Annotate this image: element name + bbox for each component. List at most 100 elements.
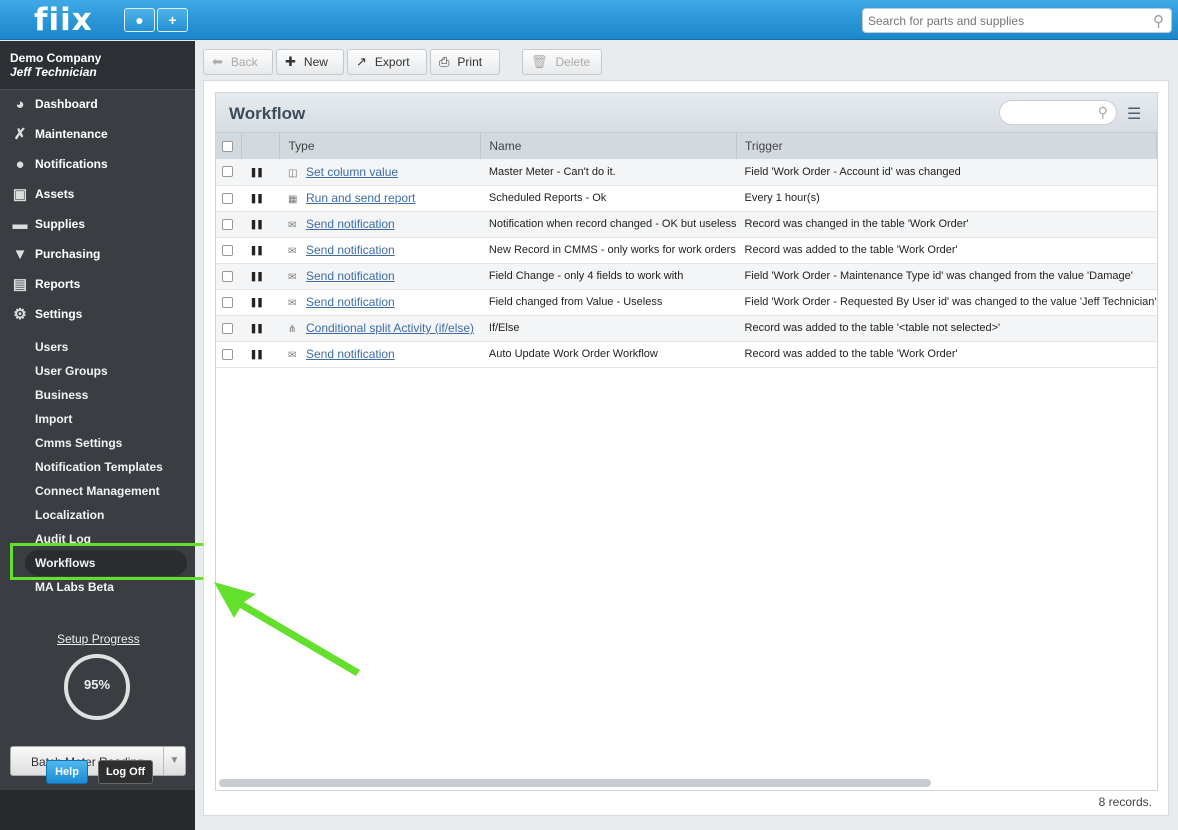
select-all-checkbox[interactable] [222, 141, 233, 153]
type-cell: ✉ Send notification [279, 341, 481, 368]
help-button[interactable]: Help [46, 760, 88, 784]
nav-supplies[interactable]: ▬ Supplies [10, 213, 86, 235]
row-checkbox[interactable] [222, 322, 233, 334]
column-header[interactable]: Name [480, 133, 738, 159]
page-title: Workflow [229, 104, 306, 123]
search-icon[interactable]: ⚲ [1153, 12, 1164, 30]
table-row[interactable]: ❚❚ ✉ Send notification Field Change - only … [216, 263, 1157, 290]
pause-icon[interactable]: ❚❚ [250, 167, 264, 177]
sidebar-item-import[interactable]: Import [35, 412, 72, 426]
row-checkbox[interactable] [222, 270, 233, 282]
nav-label: Supplies [35, 217, 86, 231]
pause-cell: ❚❚ [241, 341, 280, 368]
table-row[interactable]: ❚❚ ◫ Set column value Master Meter - Can't … [216, 159, 1157, 186]
top-bar: fiix ● + ⚲ [0, 0, 1178, 40]
horizontal-scrollbar[interactable] [219, 779, 931, 787]
column-header[interactable]: Type [279, 133, 482, 159]
type-link[interactable]: Set column value [306, 165, 398, 179]
table-row[interactable]: ❚❚ ▦ Run and send report Scheduled Reports … [216, 185, 1157, 212]
row-checkbox[interactable] [222, 296, 233, 308]
envelope-icon: ✉ [287, 298, 297, 309]
user-icon[interactable]: ● [124, 8, 155, 32]
list-view-icon[interactable]: ☰ [1127, 104, 1141, 124]
sidebar-item-notification-templates[interactable]: Notification Templates [35, 460, 163, 474]
table-row[interactable]: ❚❚ ✉ Send notification New Record in CMMS -… [216, 237, 1157, 264]
pause-icon[interactable]: ❚❚ [250, 297, 264, 307]
report-icon: ▦ [287, 194, 298, 205]
new-button[interactable]: ✚ New [276, 49, 344, 75]
type-link[interactable]: Send notification [306, 295, 395, 309]
nav-reports[interactable]: ▤ Reports [10, 273, 80, 295]
row-checkbox[interactable] [222, 166, 233, 178]
sidebar-item-localization[interactable]: Localization [35, 508, 104, 522]
workflow-search[interactable]: ⚲ [999, 100, 1117, 125]
type-link[interactable]: Send notification [306, 347, 395, 361]
pause-icon[interactable]: ❚❚ [250, 245, 264, 255]
split-icon: ⋔ [287, 324, 297, 335]
envelope-icon: ✉ [287, 246, 297, 257]
table-row[interactable]: ❚❚ ✉ Send notification Field changed from V… [216, 289, 1157, 316]
row-select-cell [216, 159, 242, 186]
back-button[interactable]: ⬅ Back [203, 49, 273, 75]
type-cell: ◫ Set column value [279, 159, 481, 186]
sidebar-item-ma-labs-beta[interactable]: MA Labs Beta [35, 580, 114, 594]
sidebar-item-connect-management[interactable]: Connect Management [35, 484, 160, 498]
sidebar-item-cmms-settings[interactable]: Cmms Settings [35, 436, 122, 450]
nav-label: Settings [35, 307, 83, 321]
type-link[interactable]: Send notification [306, 217, 395, 231]
row-checkbox[interactable] [222, 218, 233, 230]
type-link[interactable]: Run and send report [306, 191, 415, 205]
export-button[interactable]: ↗ Export [347, 49, 427, 75]
table-row[interactable]: ❚❚ ✉ Send notification Notification when re… [216, 211, 1157, 238]
log-off-button[interactable]: Log Off [98, 760, 153, 784]
trigger-cell: Record was added to the table '<table no… [736, 315, 1157, 342]
delete-button[interactable]: 🗑 Delete [522, 49, 602, 75]
truck-icon: ▬ [12, 215, 28, 233]
pause-icon[interactable]: ❚❚ [250, 271, 264, 281]
global-search[interactable]: ⚲ [862, 8, 1172, 33]
type-cell: ✉ Send notification [279, 263, 481, 290]
pause-icon[interactable]: ❚❚ [250, 323, 264, 333]
nav-purchasing[interactable]: ▼ Purchasing [10, 243, 101, 265]
type-link[interactable]: Send notification [306, 243, 395, 257]
company-name: Demo Company [10, 51, 102, 65]
name-cell: Field Change - only 4 fields to work wit… [480, 263, 737, 290]
type-cell: ⋔ Conditional split Activity (if/else) [279, 315, 481, 342]
new-label: New [303, 55, 328, 69]
print-button[interactable]: ⎙ Print [430, 49, 500, 75]
nav-assets[interactable]: ▣ Assets [10, 183, 74, 205]
trigger-cell: Field 'Work Order - Account id' was chan… [736, 159, 1157, 186]
nav-dashboard[interactable]: ◕ Dashboard [10, 93, 97, 115]
envelope-icon: ✉ [287, 272, 297, 283]
name-cell: Auto Update Work Order Workflow [480, 341, 737, 368]
sidebar-item-users[interactable]: Users [35, 340, 68, 354]
type-link[interactable]: Send notification [306, 269, 395, 283]
table-row[interactable]: ❚❚ ⋔ Conditional split Activity (if/else) I… [216, 315, 1157, 342]
table-row[interactable]: ❚❚ ✉ Send notification Auto Update Work Ord… [216, 341, 1157, 368]
row-select-cell [216, 341, 242, 368]
pause-icon[interactable]: ❚❚ [250, 349, 264, 359]
envelope-icon: ✉ [287, 350, 297, 361]
pause-cell: ❚❚ [241, 159, 280, 186]
nav-notifications[interactable]: ● Notifications [10, 153, 107, 175]
add-icon[interactable]: + [157, 8, 188, 32]
back-label: Back [230, 55, 258, 69]
search-icon[interactable]: ⚲ [1098, 104, 1108, 121]
type-link[interactable]: Conditional split Activity (if/else) [306, 321, 474, 335]
search-input[interactable] [868, 9, 1138, 32]
fiix-logo[interactable]: fiix [34, 2, 93, 38]
sidebar-item-business[interactable]: Business [35, 388, 88, 402]
sidebar-item-user-groups[interactable]: User Groups [35, 364, 108, 378]
row-select-cell [216, 211, 242, 238]
workflow-header: Workflow ⚲ ☰ [216, 93, 1157, 133]
chevron-down-icon[interactable]: ▼ [163, 747, 185, 775]
pause-icon[interactable]: ❚❚ [250, 193, 264, 203]
setup-progress-link[interactable]: Setup Progress [57, 632, 140, 646]
pause-icon[interactable]: ❚❚ [250, 219, 264, 229]
nav-maintenance[interactable]: ✗ Maintenance [10, 123, 108, 145]
row-checkbox[interactable] [222, 192, 233, 204]
column-header[interactable]: Trigger [736, 133, 1157, 159]
nav-settings[interactable]: ⚙ Settings [10, 303, 82, 325]
row-checkbox[interactable] [222, 244, 233, 256]
row-checkbox[interactable] [222, 348, 233, 360]
